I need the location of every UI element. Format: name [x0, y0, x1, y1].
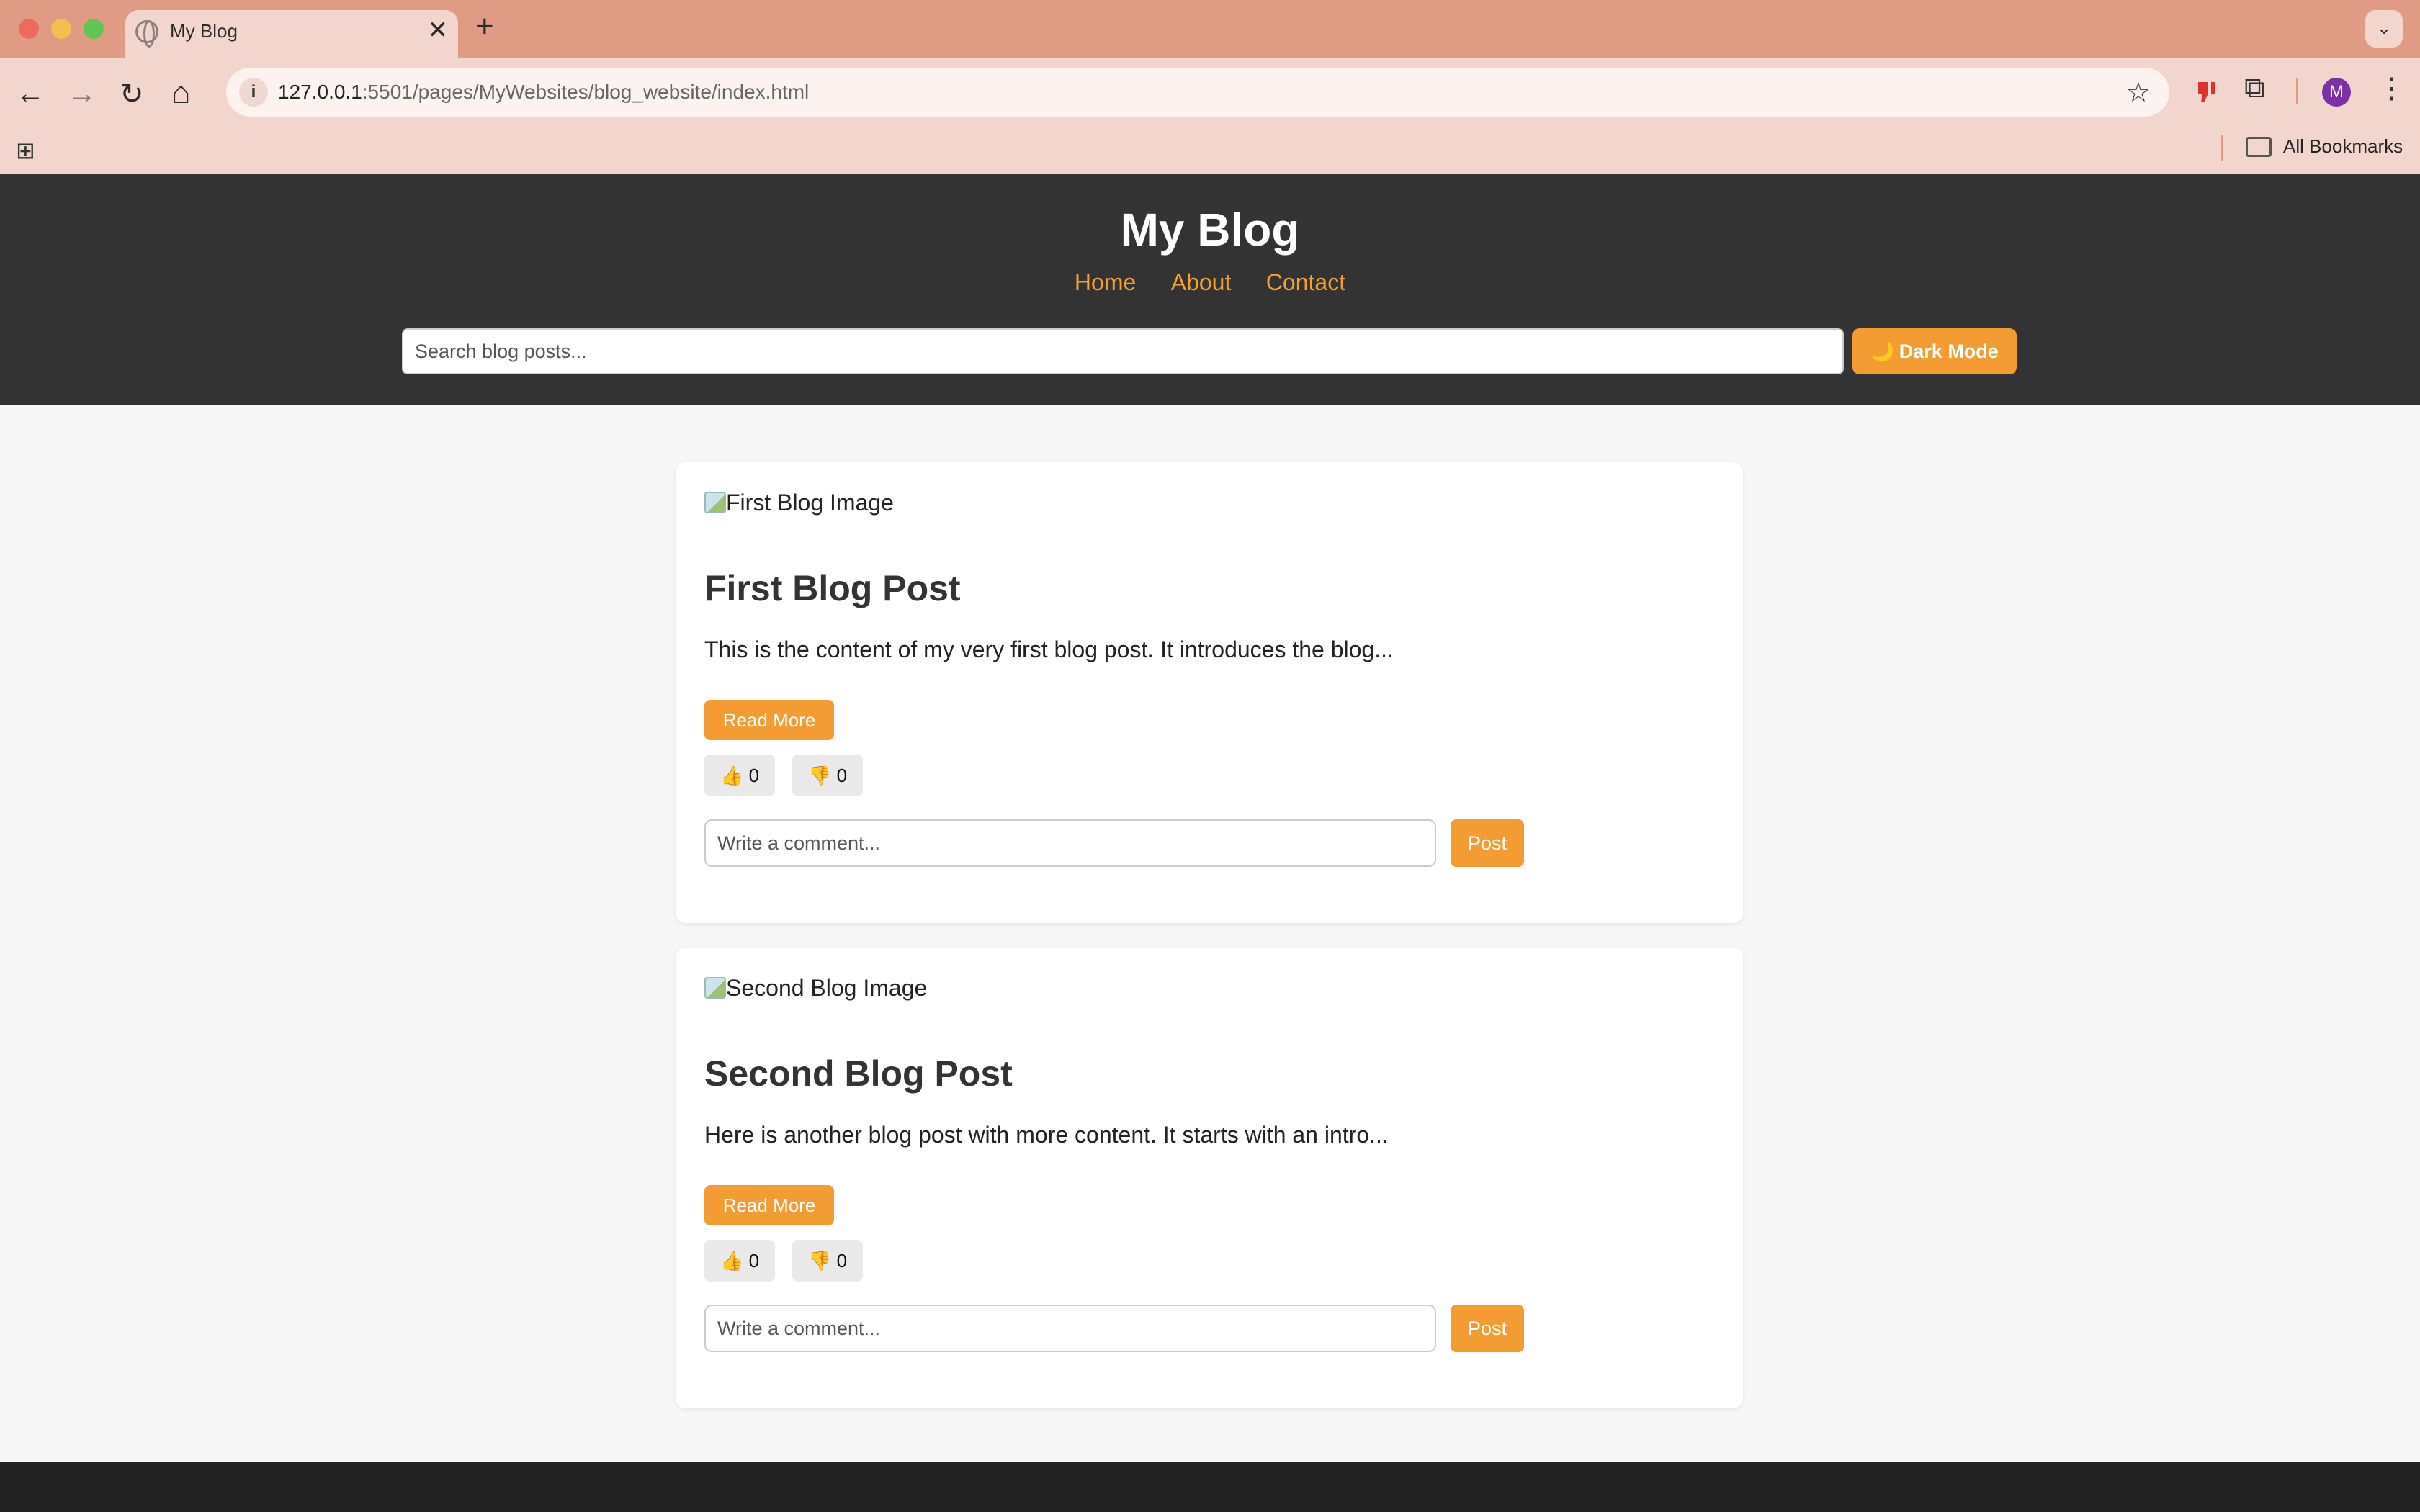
extension-red-icon[interactable] — [2192, 78, 2221, 107]
browser-tab-bar: My Blog ✕ + ⌄ — [0, 0, 2420, 58]
forward-arrow-icon[interactable]: → — [68, 78, 97, 110]
browser-toolbar: ← → ↻ ⌂ i 127.0.0.1:5501/pages/MyWebsite… — [0, 58, 2420, 174]
nav-about-link[interactable]: About — [1171, 269, 1232, 295]
site-nav: Home About Contact — [0, 269, 2420, 296]
comment-input[interactable] — [704, 1305, 1436, 1352]
post-comment-button[interactable]: Post — [1451, 1305, 1524, 1352]
dislike-button[interactable]: 👎 0 — [792, 1240, 863, 1282]
url-path: :5501/pages/MyWebsites/blog_website/inde… — [362, 81, 810, 103]
tab-search-chevron-icon[interactable]: ⌄ — [2365, 10, 2403, 48]
comment-input[interactable] — [704, 819, 1436, 867]
read-more-button[interactable]: Read More — [704, 700, 834, 740]
new-tab-button[interactable]: + — [475, 9, 494, 45]
moon-icon: 🌙 — [1870, 341, 1895, 362]
site-footer — [0, 1462, 2420, 1512]
like-button[interactable]: 👍 0 — [704, 755, 775, 796]
dislike-button[interactable]: 👎 0 — [792, 755, 863, 796]
search-input[interactable] — [402, 328, 1844, 374]
post-title: Second Blog Post — [704, 1053, 1013, 1094]
all-bookmarks-link[interactable]: All Bookmarks — [2283, 135, 2403, 158]
read-more-button[interactable]: Read More — [704, 1185, 834, 1225]
folder-icon — [2246, 137, 2272, 157]
toolbar-divider — [2296, 78, 2298, 104]
reload-icon[interactable]: ↻ — [120, 78, 144, 111]
post-title: First Blog Post — [704, 568, 961, 608]
nav-contact-link[interactable]: Contact — [1266, 269, 1345, 295]
like-button[interactable]: 👍 0 — [704, 1240, 775, 1282]
post-image: First Blog Image — [704, 490, 894, 516]
back-arrow-icon[interactable]: ← — [16, 78, 45, 110]
post-comment-button[interactable]: Post — [1451, 819, 1524, 867]
tab-close-icon[interactable]: ✕ — [428, 16, 449, 45]
blog-post-card: Second Blog Image Second Blog Post Here … — [676, 948, 1743, 1408]
globe-icon — [135, 20, 158, 48]
post-excerpt: This is the content of my very first blo… — [704, 636, 1394, 662]
window-zoom-button[interactable] — [84, 19, 104, 39]
post-image-alt: First Blog Image — [726, 490, 894, 516]
address-bar[interactable]: i 127.0.0.1:5501/pages/MyWebsites/blog_w… — [226, 68, 2169, 117]
tab-title: My Blog — [170, 20, 238, 42]
window-close-button[interactable] — [19, 19, 39, 39]
post-image: Second Blog Image — [704, 975, 927, 1002]
extensions-puzzle-icon[interactable]: ⧉ — [2244, 72, 2265, 104]
url-text[interactable]: 127.0.0.1:5501/pages/MyWebsites/blog_web… — [278, 81, 809, 104]
broken-image-icon — [704, 977, 726, 999]
site-title: My Blog — [1120, 204, 1300, 256]
browser-menu-icon[interactable]: ⋮ — [2377, 72, 2406, 105]
post-image-alt: Second Blog Image — [726, 975, 928, 1001]
window-minimize-button[interactable] — [51, 19, 71, 39]
apps-grid-icon[interactable]: ⊞ — [16, 137, 35, 164]
dark-mode-button[interactable]: 🌙 Dark Mode — [1852, 328, 2017, 374]
broken-image-icon — [704, 492, 726, 513]
dark-mode-label: Dark Mode — [1899, 341, 1999, 362]
browser-tab[interactable]: My Blog ✕ — [125, 10, 458, 58]
bookmarks-divider — [2221, 135, 2223, 161]
home-icon[interactable]: ⌂ — [171, 75, 191, 111]
nav-home-link[interactable]: Home — [1075, 269, 1136, 295]
post-excerpt: Here is another blog post with more cont… — [704, 1122, 1389, 1148]
blog-post-card: First Blog Image First Blog Post This is… — [676, 462, 1743, 923]
site-header: My Blog Home About Contact 🌙Dark Mode — [0, 174, 2420, 405]
site-info-icon[interactable]: i — [239, 78, 268, 107]
profile-avatar[interactable]: M — [2322, 78, 2351, 107]
url-host: 127.0.0.1 — [278, 81, 362, 103]
bookmark-star-icon[interactable]: ☆ — [2126, 76, 2151, 109]
